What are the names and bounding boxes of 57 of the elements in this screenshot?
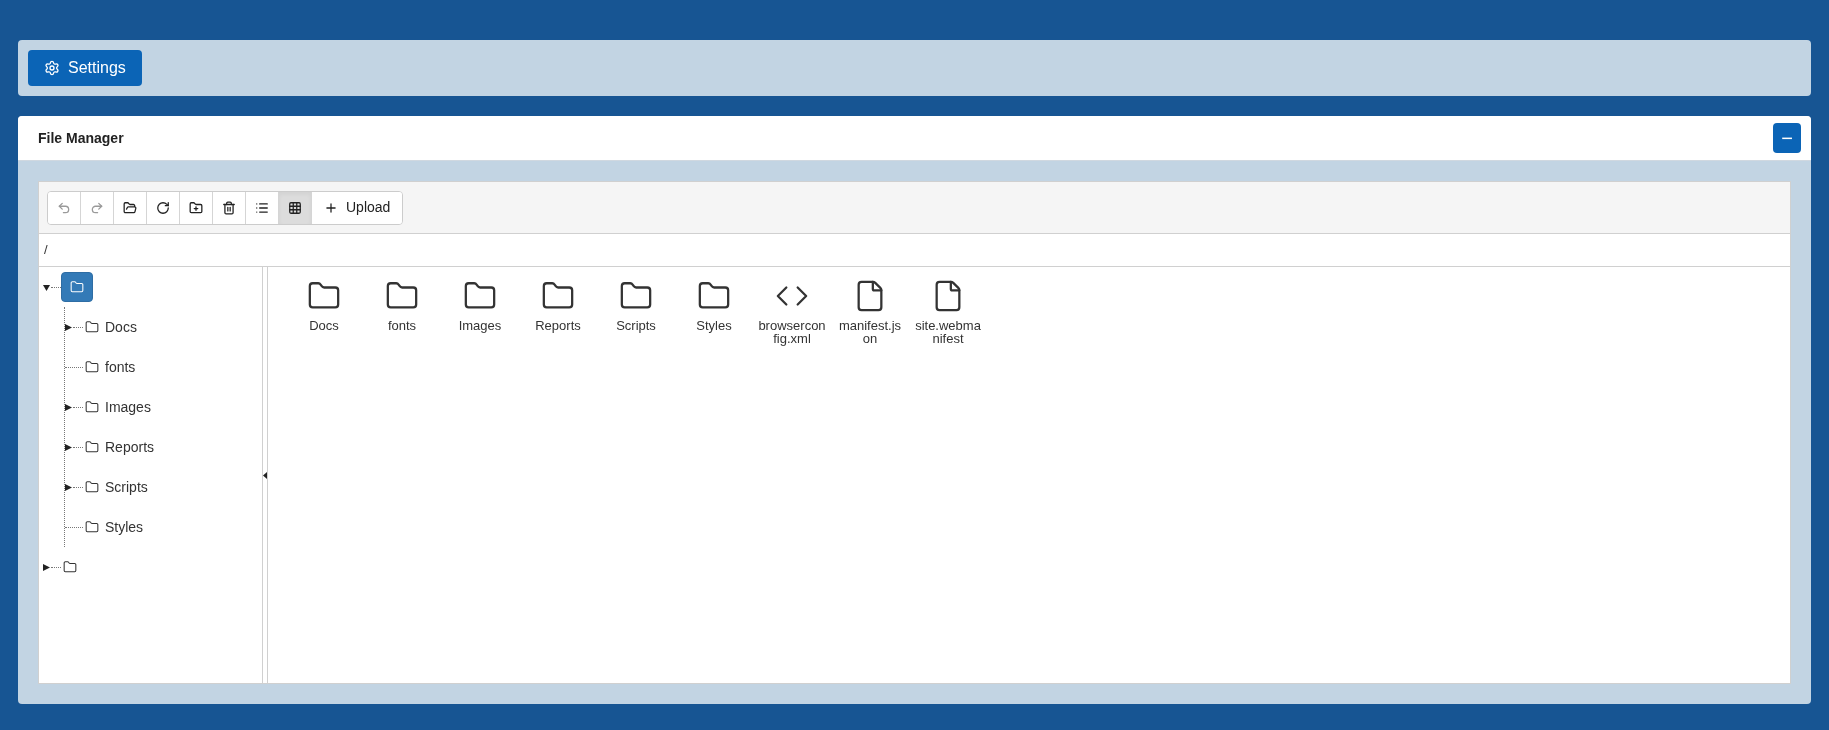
file-item[interactable]: Images [446,279,514,345]
forward-arrow-icon [90,200,104,215]
tree-connector-line [73,446,83,448]
tree-connector-line [73,406,83,408]
folder-icon [85,360,99,374]
refresh-icon [156,200,170,215]
back-arrow-icon [57,200,71,215]
tree-item[interactable]: Scripts [83,474,150,500]
folder-icon [63,560,77,574]
tree-item[interactable]: Docs [83,314,139,340]
tree-item[interactable]: Images [83,394,153,420]
tree-connector-line [73,326,83,328]
tree-item[interactable]: Reports [83,434,157,460]
folder-icon [85,440,99,454]
tree-item[interactable]: fonts [83,354,138,380]
tree-connector-line [73,486,83,488]
delete-button[interactable] [213,191,246,224]
collapsed-triangle-icon[interactable] [65,403,72,411]
file-item[interactable]: Styles [680,279,748,345]
trash-icon [222,200,236,215]
settings-icon [44,60,60,76]
file-item[interactable]: manifest.json [836,279,904,345]
file-item[interactable]: Reports [524,279,592,345]
tree-connector-line [51,566,61,568]
folder-icon [70,280,84,294]
new-folder-button[interactable] [180,191,213,224]
expanded-triangle-icon[interactable] [43,283,50,291]
plus-icon [324,200,338,215]
grid-icon [288,200,302,215]
panel-title: File Manager [38,128,124,148]
folder-icon [123,200,137,215]
grid-view-button[interactable] [279,191,312,224]
folder-icon [85,520,99,534]
open-button[interactable] [114,191,147,224]
collapsed-triangle-icon[interactable] [65,323,72,331]
tree-item[interactable]: Styles [83,514,146,540]
tree-item[interactable] [61,272,93,302]
collapsed-triangle-icon[interactable] [65,483,72,491]
collapsed-triangle-icon[interactable] [65,443,72,451]
file-item[interactable]: Docs [290,279,358,345]
file-item[interactable]: fonts [368,279,436,345]
file-item[interactable]: Scripts [602,279,670,345]
refresh-button[interactable] [147,191,180,224]
folder-plus-icon [189,200,203,215]
collapse-button[interactable]: − [1773,123,1801,153]
file-item[interactable]: site.webmanifest [914,279,982,345]
list-icon [255,200,269,215]
folder-icon [85,320,99,334]
collapse-triangle-icon[interactable] [263,471,267,479]
file-item[interactable]: browserconfig.xml [758,279,826,345]
upload-button[interactable]: Upload [312,191,403,224]
path-text: / [44,241,48,260]
folder-icon [85,400,99,414]
collapsed-triangle-icon[interactable] [43,563,50,571]
settings-button[interactable]: Settings [28,50,142,86]
folder-icon [85,480,99,494]
list-view-button[interactable] [246,191,279,224]
